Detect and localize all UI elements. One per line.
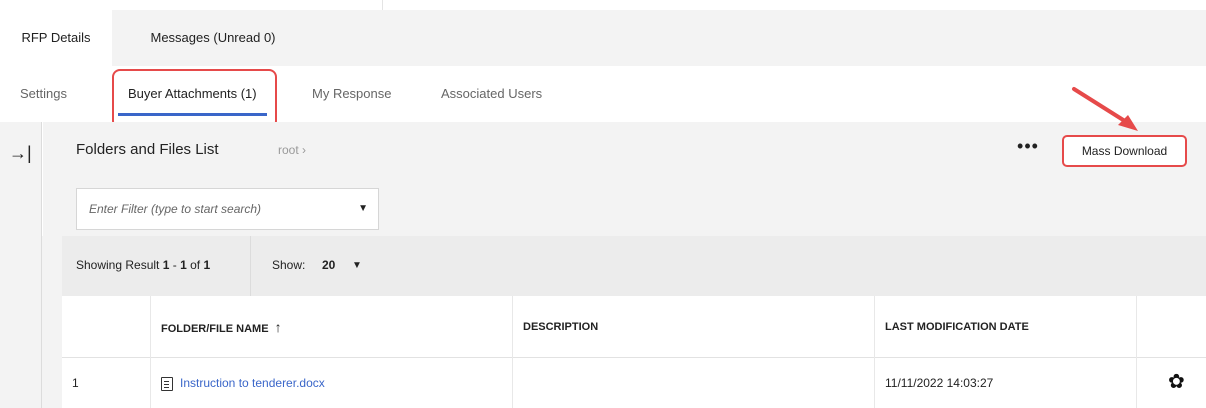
file-link[interactable]: Instruction to tenderer.docx	[180, 376, 325, 390]
filter-placeholder: Enter Filter (type to start search)	[89, 202, 262, 216]
page-size-value[interactable]: 20	[322, 258, 335, 272]
column-actions	[1136, 296, 1206, 358]
row-file-name[interactable]: Instruction to tenderer.docx	[150, 358, 512, 408]
result-prefix: Showing Result	[76, 258, 163, 272]
tab-rfp-details[interactable]: RFP Details	[0, 10, 112, 66]
result-bar-divider	[250, 236, 251, 296]
table-row[interactable]: 1 Instruction to tenderer.docx 11/11/202…	[62, 358, 1206, 408]
top-strip	[0, 0, 1206, 10]
more-options-icon[interactable]: •••	[1016, 136, 1040, 160]
column-index	[62, 296, 150, 358]
sort-ascending-icon[interactable]: ↑	[275, 319, 282, 335]
page-size-label: Show:	[272, 258, 306, 272]
active-tab-underline	[118, 113, 267, 116]
mass-download-button[interactable]: Mass Download	[1062, 135, 1187, 167]
filter-input[interactable]: Enter Filter (type to start search) ▼	[76, 188, 379, 230]
column-description[interactable]: DESCRIPTION	[512, 296, 874, 358]
column-last-modified[interactable]: LAST MODIFICATION DATE	[874, 296, 1136, 358]
tab-associated-users[interactable]: Associated Users	[441, 66, 542, 122]
row-description	[512, 358, 874, 408]
tab-buyer-attachments[interactable]: Buyer Attachments (1)	[118, 66, 267, 122]
result-to: 1	[180, 258, 187, 272]
top-separator	[382, 0, 383, 10]
document-icon	[161, 376, 173, 391]
collapse-panel-icon[interactable]: →|	[9, 142, 32, 164]
column-name-label: FOLDER/FILE NAME	[161, 323, 269, 335]
result-bar: Showing Result 1 - 1 of 1 Show: 20 ▼	[62, 236, 1206, 296]
filter-dropdown-caret-icon[interactable]: ▼	[358, 203, 368, 214]
result-total: 1	[203, 258, 211, 272]
result-dash: -	[169, 258, 181, 272]
row-index: 1	[72, 376, 79, 390]
primary-tab-bar: RFP Details Messages (Unread 0)	[0, 10, 1206, 66]
breadcrumb-root[interactable]: root ›	[278, 143, 306, 157]
tab-settings[interactable]: Settings	[20, 66, 67, 122]
tab-messages[interactable]: Messages (Unread 0)	[130, 10, 296, 66]
row-modified-date: 11/11/2022 14:03:27	[874, 358, 1136, 408]
table-header: FOLDER/FILE NAME ↑ DESCRIPTION LAST MODIF…	[62, 296, 1206, 358]
panel-title: Folders and Files List	[76, 141, 219, 158]
result-summary: Showing Result 1 - 1 of 1	[76, 258, 210, 272]
row-settings-gear-icon[interactable]: ✿	[1168, 372, 1185, 392]
tab-my-response[interactable]: My Response	[312, 66, 391, 122]
result-of: of	[186, 258, 204, 272]
secondary-tab-bar: Settings Buyer Attachments (1) My Respon…	[0, 66, 1206, 122]
page-size-caret-icon[interactable]: ▼	[352, 260, 362, 271]
tab-buyer-attachments-label: Buyer Attachments (1)	[128, 86, 257, 101]
column-folder-file-name[interactable]: FOLDER/FILE NAME ↑	[150, 296, 512, 358]
left-rail: →|	[0, 122, 42, 408]
